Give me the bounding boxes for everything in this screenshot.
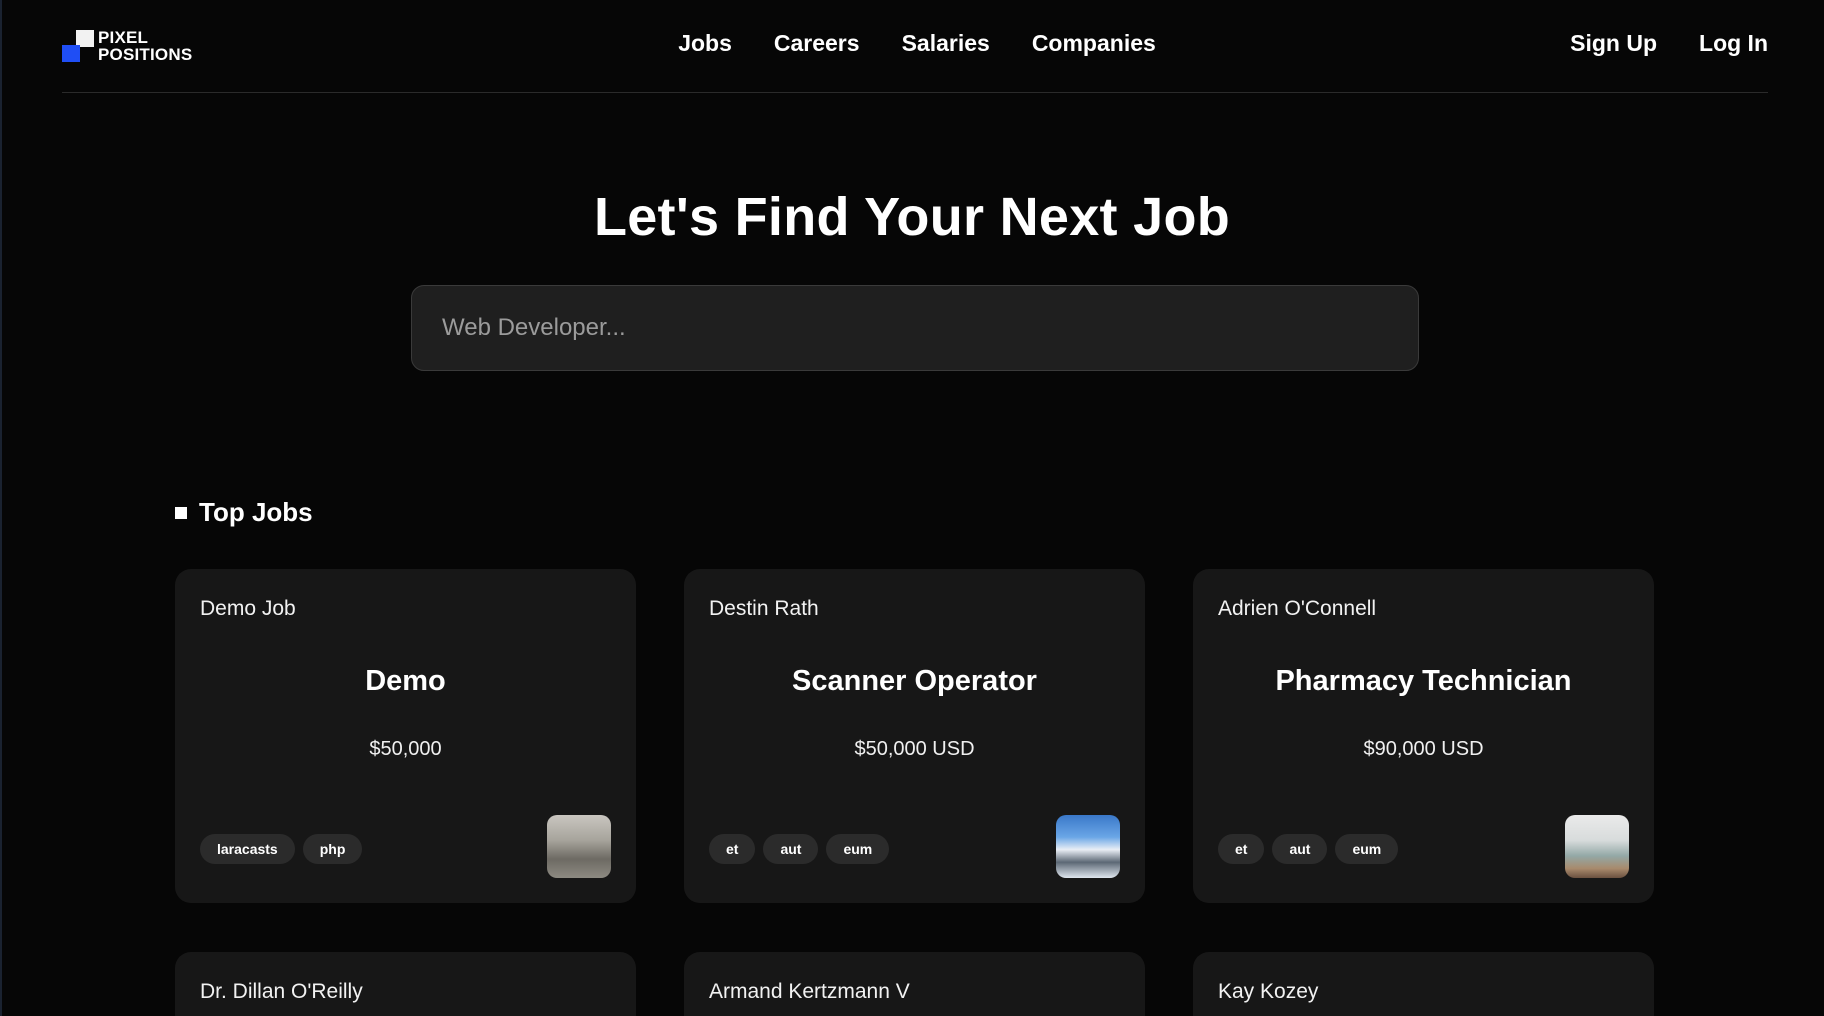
square-bullet-icon [175,506,187,519]
nav-companies[interactable]: Companies [1032,30,1156,57]
site-header: PIXEL POSITIONS Jobs Careers Salaries Co… [62,0,1768,93]
tag-eum[interactable]: eum [826,834,890,864]
job-employer: Dr. Dillan O'Reilly [200,980,363,1003]
job-tags: et aut eum [1218,834,1399,864]
tag-et[interactable]: et [709,834,756,864]
tag-aut[interactable]: aut [763,834,819,864]
page: PIXEL POSITIONS Jobs Careers Salaries Co… [0,0,1824,1016]
hero-title: Let's Find Your Next Job [593,187,1231,247]
job-tags: et aut eum [709,834,890,864]
tag-eum[interactable]: eum [1335,834,1399,864]
job-search-input[interactable] [411,285,1419,371]
job-card[interactable]: Dr. Dillan O'Reilly [175,952,636,1016]
auth-links: Sign Up Log In [1570,30,1768,57]
nav-jobs[interactable]: Jobs [678,30,732,57]
job-employer: Armand Kertzmann V [709,980,910,1003]
nav-salaries[interactable]: Salaries [902,30,990,57]
main-nav: Jobs Careers Salaries Companies [62,30,1768,57]
sign-up-link[interactable]: Sign Up [1570,30,1657,57]
job-employer: Kay Kozey [1218,980,1319,1003]
job-card[interactable]: Demo Job Demo $50,000 laracasts php [175,569,636,903]
employer-logo-image [547,815,611,878]
log-in-link[interactable]: Log In [1699,30,1768,57]
job-card[interactable]: Destin Rath Scanner Operator $50,000 USD… [684,569,1145,903]
job-tags: laracasts php [200,834,363,864]
tag-aut[interactable]: aut [1272,834,1328,864]
window-edge [0,0,2,1016]
job-salary: $50,000 [369,738,442,760]
employer-logo-image [1056,815,1120,878]
top-jobs-heading-text: Top Jobs [199,497,313,527]
job-title[interactable]: Pharmacy Technician [1193,665,1654,698]
job-title[interactable]: Scanner Operator [684,665,1145,698]
tag-laracasts[interactable]: laracasts [200,834,295,864]
job-card[interactable]: Kay Kozey [1193,952,1654,1016]
tag-php[interactable]: php [302,834,363,864]
job-card[interactable]: Armand Kertzmann V [684,952,1145,1016]
job-card[interactable]: Adrien O'Connell Pharmacy Technician $90… [1193,569,1654,903]
nav-careers[interactable]: Careers [774,30,860,57]
job-employer: Destin Rath [709,597,819,620]
top-jobs-heading: Top Jobs [175,497,313,528]
employer-logo-image [1565,815,1629,878]
job-salary: $90,000 USD [1363,738,1484,760]
job-employer: Adrien O'Connell [1218,597,1377,620]
job-title[interactable]: Demo [175,665,636,698]
job-employer: Demo Job [200,597,296,620]
job-salary: $50,000 USD [854,738,975,760]
tag-et[interactable]: et [1218,834,1265,864]
